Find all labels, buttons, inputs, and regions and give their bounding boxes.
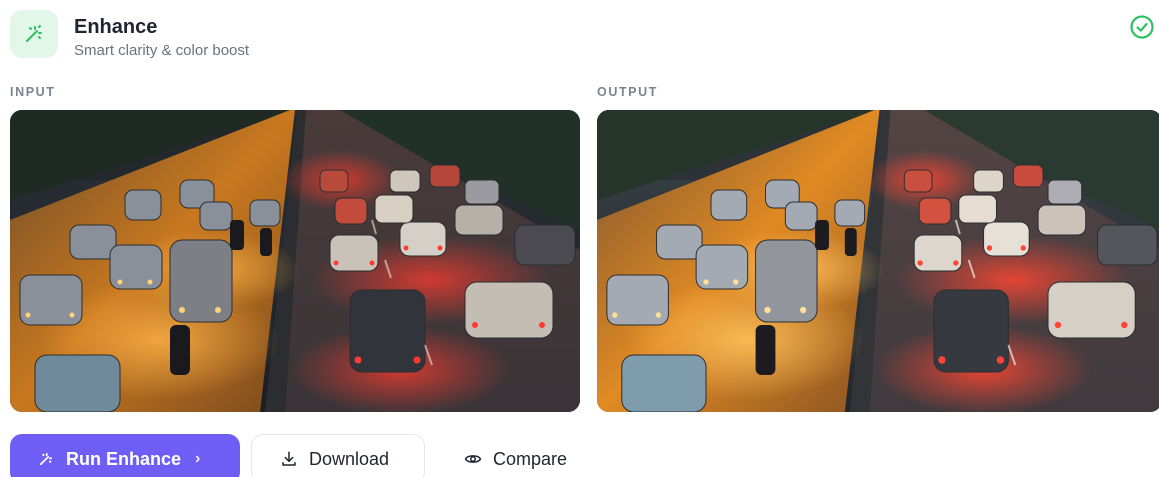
page-subtitle: Smart clarity & color boost (74, 42, 250, 59)
download-label: Download (309, 448, 390, 469)
check-circle-icon (1129, 14, 1155, 40)
header-titles: Enhance Smart clarity & color boost (74, 10, 249, 60)
compare-label: Compare (493, 448, 568, 469)
output-label: OUTPUT (597, 85, 658, 99)
input-label: INPUT (10, 85, 56, 99)
magic-wand-icon (36, 449, 56, 469)
tool-header: Enhance Smart clarity & color boost (10, 10, 249, 62)
output-image (597, 110, 1159, 412)
input-image (10, 110, 580, 412)
run-enhance-label: Run Enhance (66, 448, 182, 469)
run-enhance-button[interactable]: Run Enhance › (10, 434, 240, 477)
chevron-right-icon: › (195, 450, 201, 467)
download-button[interactable]: Download (251, 434, 425, 477)
download-icon (279, 449, 299, 469)
eye-icon (463, 449, 483, 469)
action-bar: Run Enhance › Download Compare (10, 434, 567, 477)
magic-wand-icon (10, 10, 58, 58)
page-title: Enhance (74, 16, 158, 38)
compare-button[interactable]: Compare (463, 434, 567, 477)
